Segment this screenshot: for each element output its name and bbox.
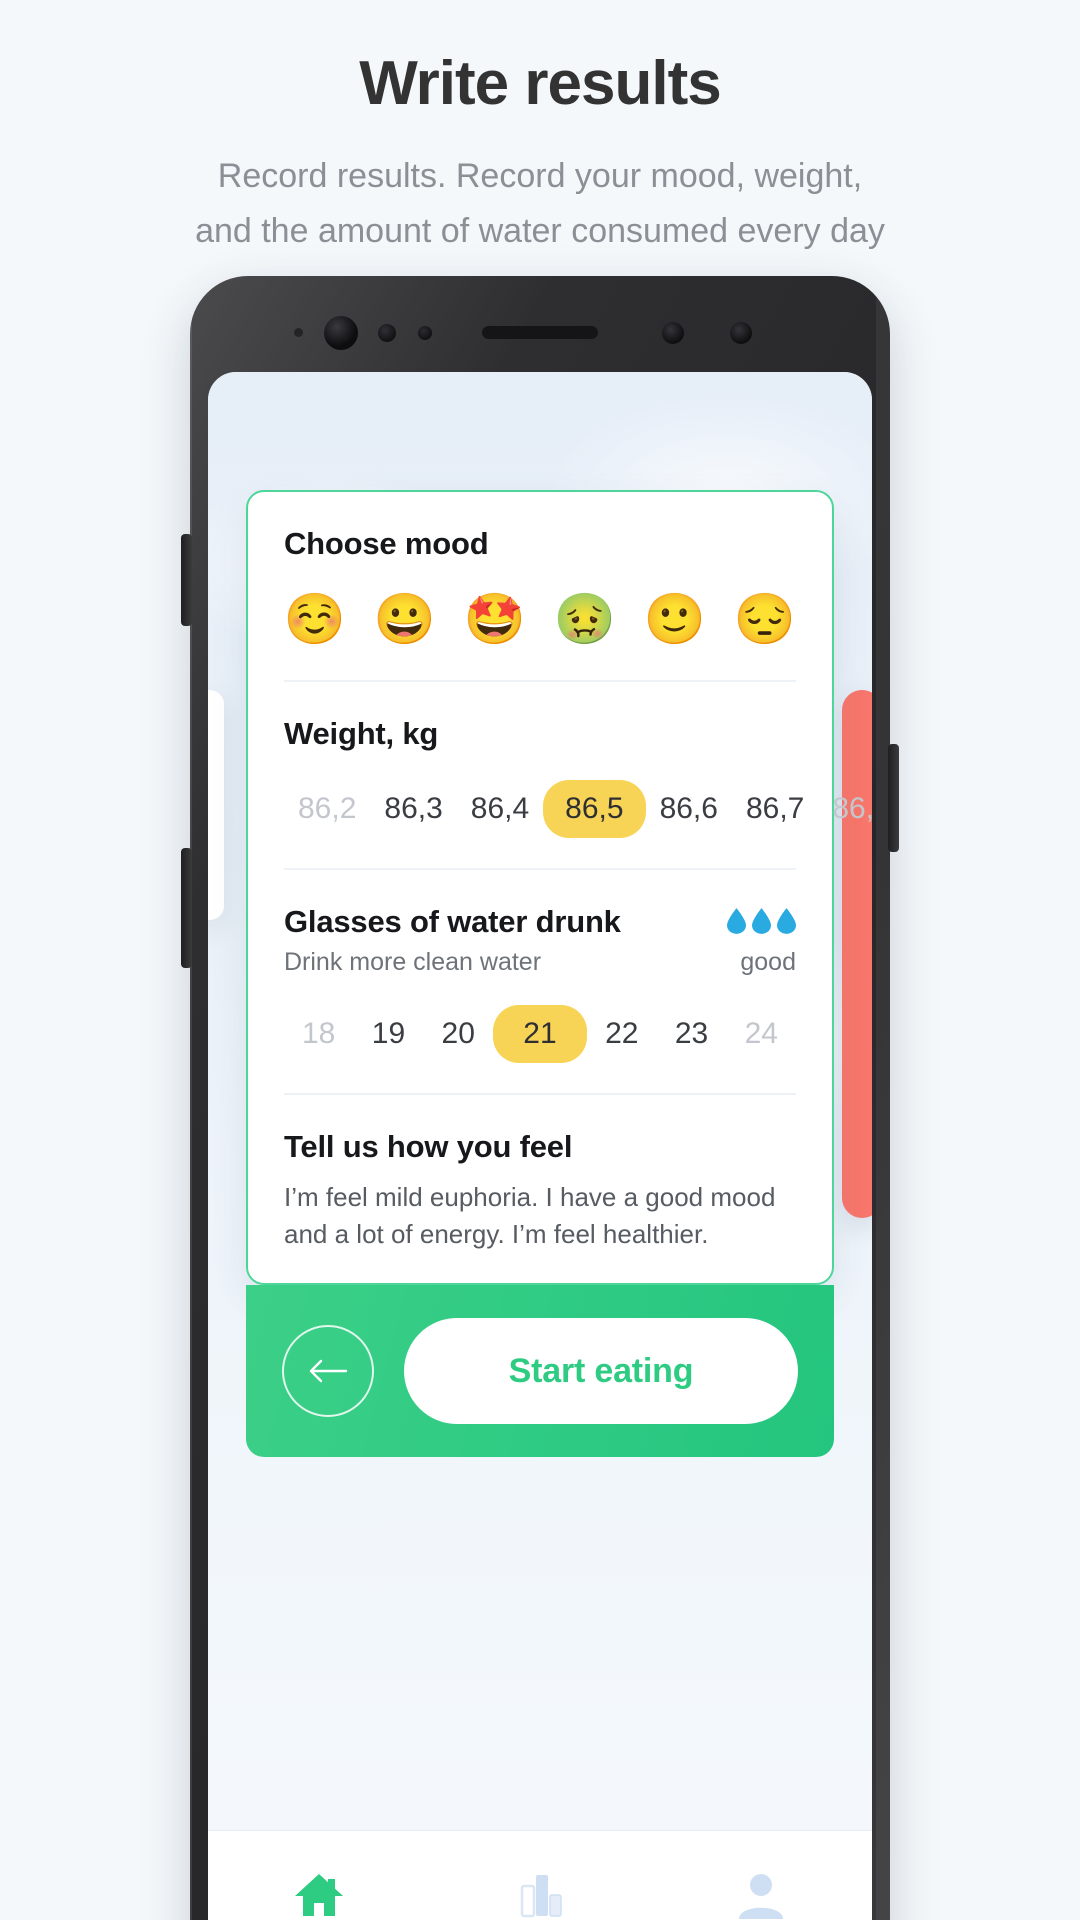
promo-subtitle-line-1: Record results. Record your mood, weight… <box>217 157 863 196</box>
weight-option-4[interactable]: 86,6 <box>646 780 732 838</box>
person-icon <box>739 1873 784 1919</box>
water-drop-icon <box>777 908 796 934</box>
weight-section-title: Weight, kg <box>284 716 439 751</box>
water-option-selected[interactable]: 21 <box>493 1005 587 1063</box>
back-button[interactable] <box>282 1325 374 1417</box>
weight-option-selected[interactable]: 86,5 <box>543 780 646 838</box>
mood-option-star-struck-face[interactable]: 🤩 <box>464 588 526 650</box>
feel-section: Tell us how you feel I’m feel mild eupho… <box>284 1093 796 1283</box>
earpiece-speaker-icon <box>482 326 598 339</box>
water-drops-indicator <box>727 908 796 934</box>
mood-option-slightly-smiling-face[interactable]: 🙂 <box>644 588 706 650</box>
water-section-subtitle: Drink more clean water <box>284 948 542 976</box>
weight-option-6[interactable]: 86,8 <box>818 780 872 838</box>
water-option-6[interactable]: 24 <box>727 1005 796 1063</box>
iris-scanner-icon <box>662 322 684 344</box>
phone-top-bezel <box>190 276 890 384</box>
mood-option-relieved-face[interactable]: ☺️ <box>284 588 346 650</box>
start-eating-button[interactable]: Start eating <box>404 1318 798 1424</box>
phone-button-power[interactable] <box>888 744 899 852</box>
water-option-2[interactable]: 20 <box>424 1005 493 1063</box>
water-scale-picker[interactable]: 18 19 20 21 22 23 24 <box>284 1005 796 1063</box>
water-rating-block: good <box>727 904 796 977</box>
card-footer: Start eating <box>246 1285 834 1457</box>
promo-subtitle-line-2: and the amount of water consumed every d… <box>195 211 885 250</box>
secondary-camera-icon <box>730 322 752 344</box>
feel-section-title: Tell us how you feel <box>284 1129 573 1164</box>
bar-chart-icon <box>520 1874 562 1917</box>
water-section-title: Glasses of water drunk <box>284 904 621 939</box>
proximity-sensor-icon <box>378 324 396 342</box>
weight-option-1[interactable]: 86,3 <box>370 780 456 838</box>
weight-option-2[interactable]: 86,4 <box>457 780 543 838</box>
weight-section: Weight, kg 86,2 86,3 86,4 86,5 86,6 86,7… <box>284 680 872 868</box>
bottom-navigation-bar <box>208 1830 872 1920</box>
weight-scale-picker[interactable]: 86,2 86,3 86,4 86,5 86,6 86,7 86,8 <box>284 780 872 838</box>
water-drop-icon <box>727 908 746 934</box>
mood-options-row: ☺️ 😀 🤩 🤢 🙂 😔 <box>284 588 796 650</box>
page-title: Write results <box>359 49 721 118</box>
phone-screen: Choose mood ☺️ 😀 🤩 🤢 🙂 😔 Weight, kg 86,2… <box>208 372 872 1920</box>
water-section: Glasses of water drunk Drink more clean … <box>284 868 796 1093</box>
ambient-light-sensor-icon <box>418 326 432 340</box>
water-drop-icon <box>752 908 771 934</box>
promo-subtitle: Record results. Record your mood, weight… <box>0 149 1080 258</box>
water-option-4[interactable]: 22 <box>587 1005 656 1063</box>
front-camera-icon <box>324 316 358 350</box>
water-section-labels: Glasses of water drunk Drink more clean … <box>284 904 621 977</box>
water-section-header: Glasses of water drunk Drink more clean … <box>284 904 796 977</box>
led-indicator-icon <box>294 328 303 337</box>
mood-option-nauseated-face[interactable]: 🤢 <box>554 588 616 650</box>
mood-section: Choose mood ☺️ 😀 🤩 🤢 🙂 😔 <box>284 492 796 680</box>
phone-button-volume-down[interactable] <box>181 848 192 968</box>
weight-option-0[interactable]: 86,2 <box>284 780 370 838</box>
mood-section-title: Choose mood <box>284 526 489 561</box>
arrow-left-icon <box>309 1359 348 1383</box>
mood-option-pensive-face[interactable]: 😔 <box>734 588 796 650</box>
nav-item-stats[interactable] <box>429 1870 650 1920</box>
water-option-5[interactable]: 23 <box>657 1005 726 1063</box>
mood-option-grinning-face[interactable]: 😀 <box>374 588 436 650</box>
phone-button-volume-up[interactable] <box>181 534 192 626</box>
home-icon <box>294 1873 343 1916</box>
carousel-previous-card[interactable] <box>208 690 224 920</box>
water-option-1[interactable]: 19 <box>354 1005 423 1063</box>
results-card: Choose mood ☺️ 😀 🤩 🤢 🙂 😔 Weight, kg 86,2… <box>246 490 872 1285</box>
feel-section-text[interactable]: I’m feel mild euphoria. I have a good mo… <box>284 1179 796 1253</box>
promo-header: Write results Record results. Record you… <box>0 0 1080 258</box>
nav-item-profile[interactable] <box>651 1870 872 1920</box>
carousel-next-card[interactable] <box>842 690 872 1218</box>
water-option-0[interactable]: 18 <box>284 1005 353 1063</box>
nav-item-home[interactable] <box>208 1870 429 1920</box>
phone-mockup: Choose mood ☺️ 😀 🤩 🤢 🙂 😔 Weight, kg 86,2… <box>181 276 899 1920</box>
weight-option-5[interactable]: 86,7 <box>732 780 818 838</box>
water-rating-label: good <box>740 948 796 976</box>
